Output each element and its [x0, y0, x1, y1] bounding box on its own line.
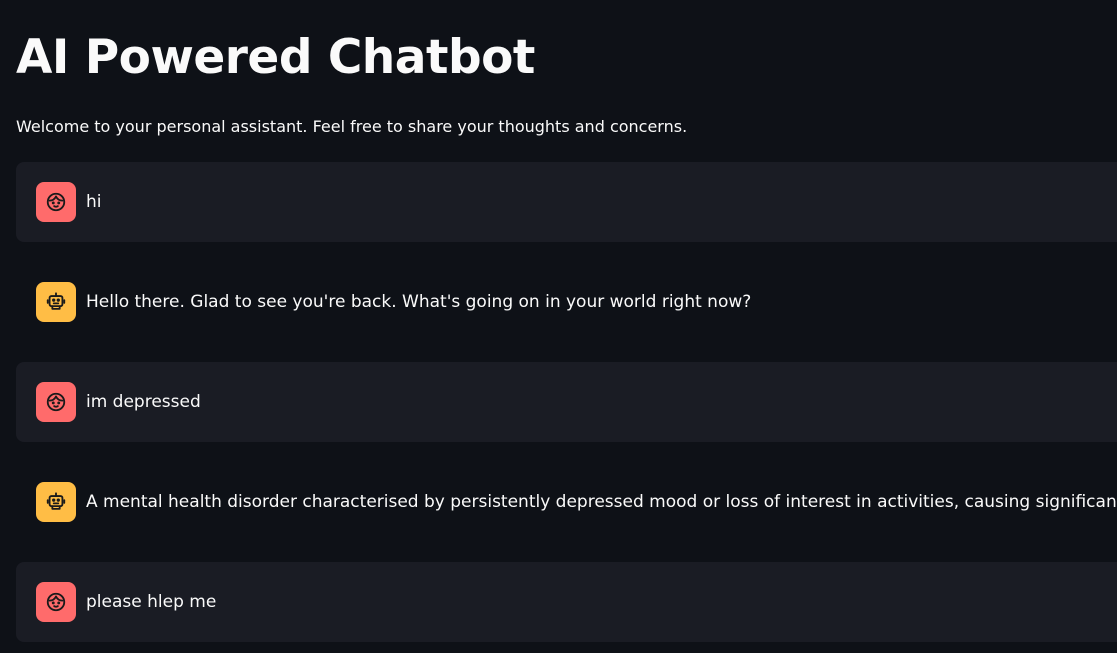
chat-page: AI Powered Chatbot Welcome to your perso…: [0, 0, 1117, 653]
chat-message-assistant: Hello there. Glad to see you're back. Wh…: [16, 262, 1117, 342]
user-avatar: [36, 182, 76, 222]
chat-message-user: please hlep me: [16, 562, 1117, 642]
page-title: AI Powered Chatbot: [16, 30, 535, 85]
robot-icon: [46, 292, 66, 310]
robot-icon: [46, 492, 66, 510]
face-icon: [46, 592, 66, 612]
user-avatar: [36, 382, 76, 422]
assistant-avatar: [36, 282, 76, 322]
face-icon: [46, 192, 66, 212]
chat-message-user: im depressed: [16, 362, 1117, 442]
assistant-avatar: [36, 482, 76, 522]
page-subtitle: Welcome to your personal assistant. Feel…: [16, 117, 688, 136]
chat-message-assistant: A mental health disorder characterised b…: [16, 462, 1117, 542]
message-text: Hello there. Glad to see you're back. Wh…: [86, 292, 752, 312]
face-icon: [46, 392, 66, 412]
message-text: im depressed: [86, 392, 201, 412]
chat-message-user: hi: [16, 162, 1117, 242]
message-text: A mental health disorder characterised b…: [86, 492, 1117, 512]
message-text: please hlep me: [86, 592, 217, 612]
message-text: hi: [86, 192, 102, 212]
user-avatar: [36, 582, 76, 622]
